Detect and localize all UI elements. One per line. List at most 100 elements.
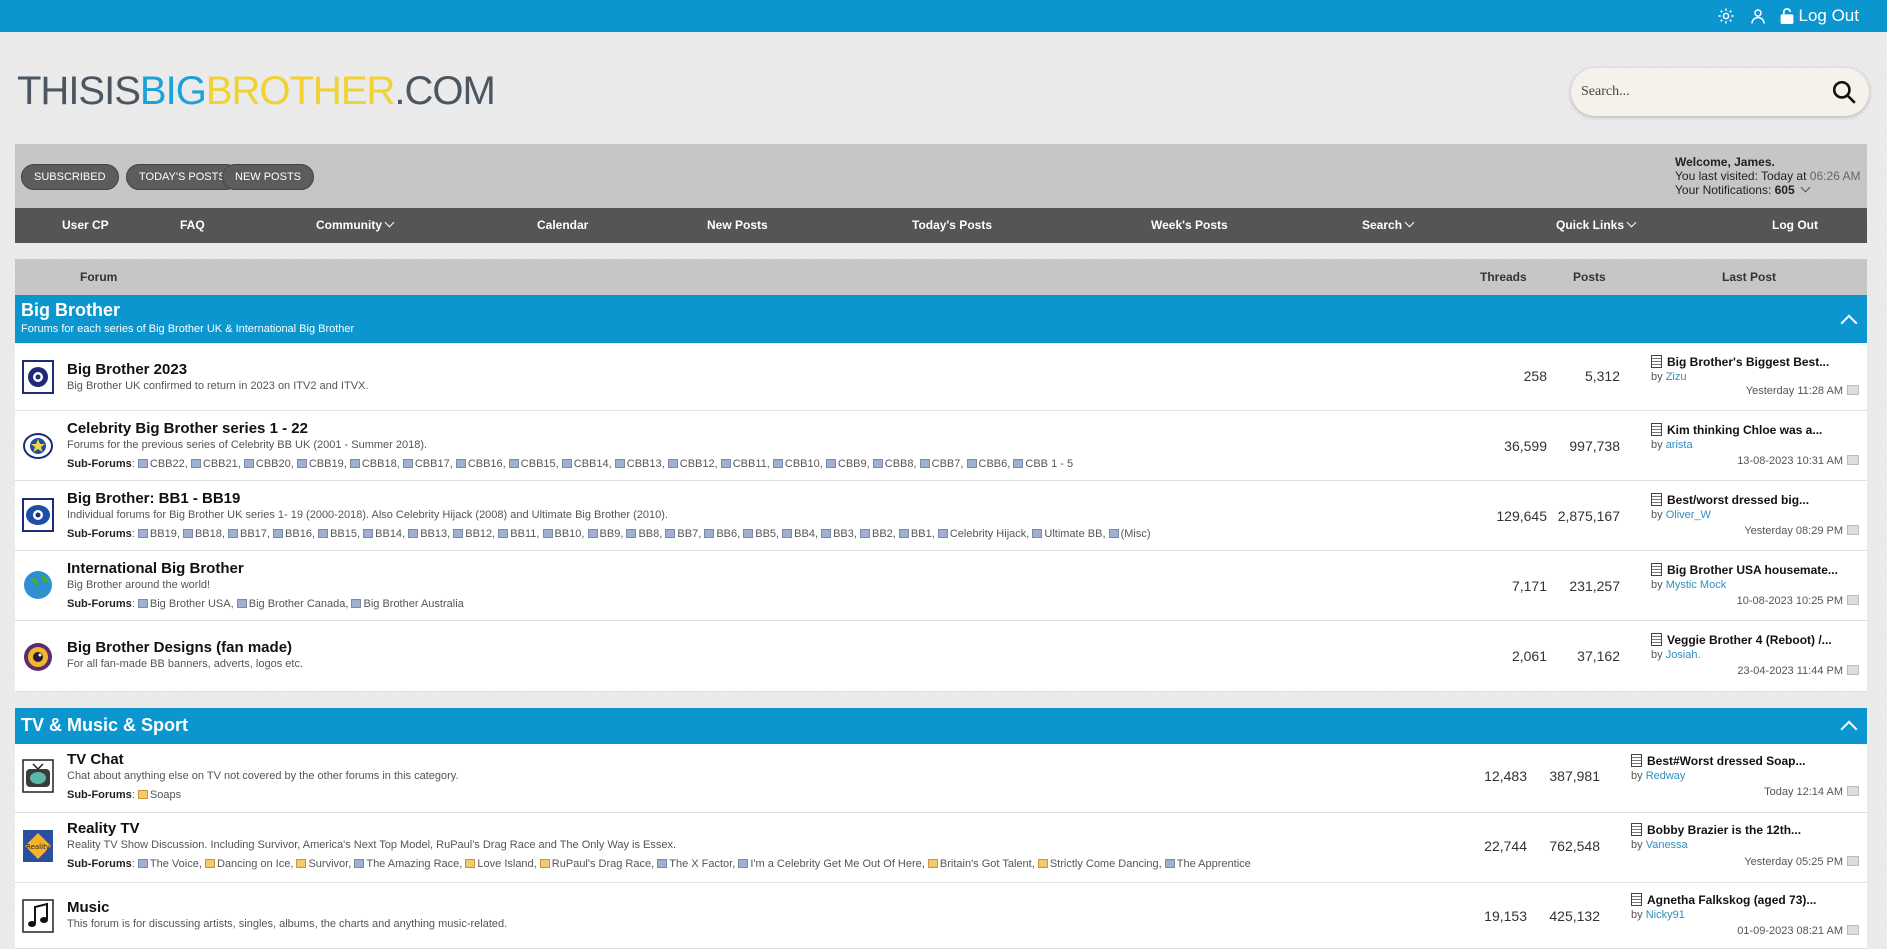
nav-quick-links[interactable]: Quick Links — [1556, 208, 1637, 243]
subforum-link[interactable]: BB16 — [273, 528, 312, 540]
go-to-post-arrow-icon[interactable] — [1847, 925, 1859, 935]
subforum-link[interactable]: BB4 — [782, 528, 815, 540]
subforum-link[interactable]: CBB6 — [966, 458, 1007, 470]
subforum-link[interactable]: BB1 — [898, 528, 932, 540]
nav-weeks-posts[interactable]: Week's Posts — [1151, 208, 1228, 243]
subforum-link[interactable]: BB14 — [363, 528, 402, 540]
subforum-link[interactable]: CBB12 — [667, 458, 715, 470]
top-logout-button[interactable]: Log Out — [1779, 6, 1859, 26]
notifications-link[interactable]: Your Notifications: 605 — [1675, 182, 1860, 197]
subforum-link[interactable]: Strictly Come Dancing — [1037, 858, 1159, 870]
collapse-chevron-icon[interactable] — [1840, 314, 1858, 332]
go-to-post-arrow-icon[interactable] — [1847, 525, 1859, 535]
nav-todays-posts[interactable]: Today's Posts — [912, 208, 992, 243]
subforum-link[interactable]: CBB18 — [349, 458, 397, 470]
last-post-author[interactable]: Zizu — [1666, 371, 1687, 383]
subforum-link[interactable]: BB10 — [542, 528, 581, 540]
new-posts-button[interactable]: NEW POSTS — [222, 164, 315, 190]
subforum-link[interactable]: BB18 — [182, 528, 222, 540]
category-title[interactable]: TV & Music & Sport — [21, 715, 188, 736]
subforum-link[interactable]: BB11 — [498, 528, 536, 540]
subforum-link[interactable]: The Voice — [137, 858, 199, 870]
go-to-post-arrow-icon[interactable] — [1847, 385, 1859, 395]
subforum-link[interactable]: Dancing on Ice — [204, 858, 290, 870]
search-icon[interactable] — [1829, 77, 1859, 107]
settings-gear-icon[interactable] — [1715, 5, 1737, 27]
subforum-link[interactable]: CBB8 — [872, 458, 914, 470]
subforum-link[interactable]: BB3 — [821, 528, 854, 540]
nav-search[interactable]: Search — [1362, 208, 1415, 243]
subforum-link[interactable]: RuPaul's Drag Race — [539, 858, 651, 870]
nav-log-out[interactable]: Log Out — [1772, 208, 1818, 243]
subforum-link[interactable]: CBB9 — [825, 458, 867, 470]
nav-community[interactable]: Community — [316, 208, 395, 243]
forum-name[interactable]: TV Chat — [67, 751, 124, 768]
subforum-link[interactable]: Love Island — [465, 858, 534, 870]
last-post-title[interactable]: Kim thinking Chloe was a... — [1667, 423, 1822, 437]
subforum-link[interactable]: Celebrity Hijack — [937, 528, 1026, 540]
subforum-link[interactable]: BB17 — [228, 528, 267, 540]
last-post-title[interactable]: Agnetha Falkskog (aged 73)... — [1647, 893, 1816, 907]
subforum-link[interactable]: CBB22 — [137, 458, 185, 470]
subforum-link[interactable]: Ultimate BB — [1032, 528, 1102, 540]
subforum-link[interactable]: Big Brother USA — [137, 598, 231, 610]
subforum-link[interactable]: BB9 — [587, 528, 620, 540]
subforum-link[interactable]: CBB20 — [243, 458, 291, 470]
last-post-author[interactable]: arista — [1666, 439, 1693, 451]
subforum-link[interactable]: The Apprentice — [1164, 858, 1251, 870]
category-title[interactable]: Big Brother — [21, 300, 120, 321]
subforum-link[interactable]: The Amazing Race — [354, 858, 459, 870]
last-post-author[interactable]: Nicky91 — [1646, 909, 1685, 921]
nav-user-cp[interactable]: User CP — [62, 208, 109, 243]
nav-new-posts[interactable]: New Posts — [707, 208, 768, 243]
subforum-link[interactable]: CBB 1 - 5 — [1013, 458, 1073, 470]
last-post-title[interactable]: Best#Worst dressed Soap... — [1647, 754, 1806, 768]
go-to-post-arrow-icon[interactable] — [1847, 455, 1859, 465]
nav-faq[interactable]: FAQ — [180, 208, 205, 243]
subforum-link[interactable]: BB12 — [453, 528, 492, 540]
subforum-link[interactable]: CBB11 — [720, 458, 767, 470]
nav-calendar[interactable]: Calendar — [537, 208, 588, 243]
subforum-link[interactable]: (Misc) — [1108, 528, 1151, 540]
subforum-link[interactable]: Big Brother Canada — [236, 598, 345, 610]
subforum-link[interactable]: BB2 — [860, 528, 893, 540]
subforum-link[interactable]: CBB15 — [508, 458, 556, 470]
subforum-link[interactable]: The X Factor — [657, 858, 732, 870]
go-to-post-arrow-icon[interactable] — [1847, 595, 1859, 605]
subforum-link[interactable]: Britain's Got Talent — [927, 858, 1032, 870]
forum-name[interactable]: Big Brother: BB1 - BB19 — [67, 490, 240, 507]
subforum-link[interactable]: CBB19 — [296, 458, 344, 470]
subforum-link[interactable]: I'm a Celebrity Get Me Out Of Here — [738, 858, 922, 870]
forum-name[interactable]: Big Brother Designs (fan made) — [67, 639, 292, 656]
subforum-link[interactable]: Big Brother Australia — [351, 598, 464, 610]
user-profile-icon[interactable] — [1747, 5, 1769, 27]
last-post-title[interactable]: Best/worst dressed big... — [1667, 493, 1809, 507]
last-post-author[interactable]: Josiah. — [1666, 649, 1701, 661]
forum-name[interactable]: Celebrity Big Brother series 1 - 22 — [67, 420, 308, 437]
last-post-author[interactable]: Vanessa — [1646, 839, 1688, 851]
last-post-title[interactable]: Big Brother USA housemate... — [1667, 563, 1838, 577]
forum-name[interactable]: Music — [67, 899, 110, 916]
subforum-link[interactable]: CBB17 — [402, 458, 450, 470]
subforum-link[interactable]: CBB7 — [919, 458, 960, 470]
subforum-link[interactable]: Soaps — [137, 789, 181, 801]
search-input[interactable] — [1581, 84, 1829, 100]
subforum-link[interactable]: BB7 — [665, 528, 698, 540]
subforum-link[interactable]: Survivor — [296, 858, 348, 870]
go-to-post-arrow-icon[interactable] — [1847, 665, 1859, 675]
subforum-link[interactable]: BB13 — [408, 528, 447, 540]
go-to-post-arrow-icon[interactable] — [1847, 786, 1859, 796]
subforum-link[interactable]: CBB21 — [190, 458, 238, 470]
site-logo[interactable]: THISISBIGBROTHER.COM — [17, 69, 496, 114]
forum-name[interactable]: Big Brother 2023 — [67, 361, 187, 378]
forum-name[interactable]: International Big Brother — [67, 560, 244, 577]
go-to-post-arrow-icon[interactable] — [1847, 856, 1859, 866]
last-post-author[interactable]: Redway — [1646, 770, 1686, 782]
subforum-link[interactable]: BB6 — [704, 528, 737, 540]
subforum-link[interactable]: CBB10 — [772, 458, 820, 470]
subforum-link[interactable]: BB19 — [137, 528, 177, 540]
last-post-title[interactable]: Bobby Brazier is the 12th... — [1647, 823, 1801, 837]
forum-name[interactable]: Reality TV — [67, 820, 140, 837]
last-post-author[interactable]: Mystic Mock — [1666, 579, 1727, 591]
last-post-title[interactable]: Veggie Brother 4 (Reboot) /... — [1667, 633, 1832, 647]
